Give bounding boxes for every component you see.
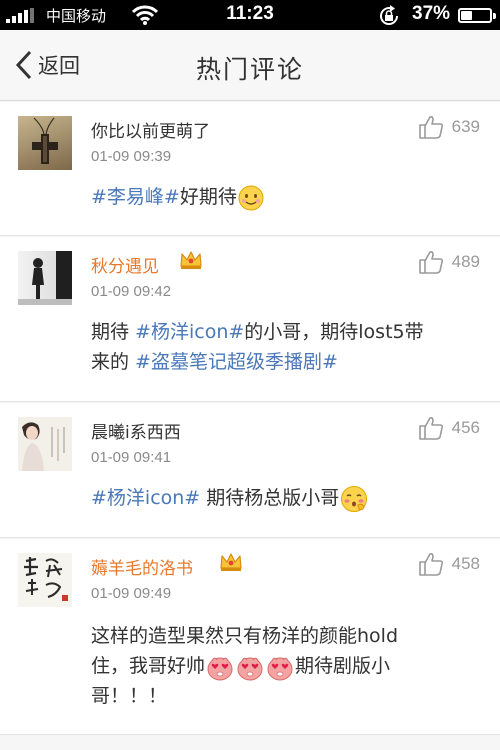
smile-emoji-icon [238, 185, 264, 210]
thumbs-up-icon [418, 553, 443, 576]
comment-text-segment: 的小哥，期待lost5带 [244, 321, 424, 343]
like-button[interactable]: 489 [418, 249, 480, 275]
avatar[interactable] [18, 251, 72, 305]
topic-link[interactable]: #杨洋icon# [91, 487, 200, 509]
like-button[interactable]: 639 [418, 114, 480, 140]
comment-time: 01-09 09:49 [91, 585, 172, 602]
comment-time: 01-09 09:42 [91, 283, 172, 300]
page-title: 热门评论 [195, 55, 304, 84]
rotation-lock-icon [377, 5, 401, 31]
comment-text-segment: 期待剧版小 [295, 655, 391, 677]
comment-text-segment: 住，我哥好帅 [91, 655, 206, 677]
vip-crown-icon [179, 250, 203, 274]
comment-time: 01-09 09:39 [91, 148, 172, 165]
like-count: 639 [451, 117, 480, 136]
comment-time: 01-09 09:41 [91, 449, 172, 466]
topic-link[interactable]: #盗墓笔记超级季播剧# [135, 351, 338, 373]
topic-link[interactable]: #杨洋icon# [135, 321, 244, 343]
thumbs-up-icon [418, 417, 443, 440]
username[interactable]: 薅羊毛的洛书 [91, 554, 193, 579]
like-count: 458 [451, 554, 480, 573]
heart-eyes-emoji-icon [237, 657, 263, 680]
avatar[interactable] [18, 417, 72, 471]
avatar[interactable] [18, 116, 72, 170]
thumbs-up-icon [418, 251, 443, 274]
status-bar: 中国移动 11:23 37% [0, 0, 500, 30]
username[interactable]: 晨曦i系西西 [91, 418, 181, 443]
comment-text-segment: 来的 [91, 351, 136, 373]
like-button[interactable]: 456 [418, 415, 480, 441]
thumbs-up-icon [418, 116, 443, 139]
like-button[interactable]: 458 [418, 551, 480, 577]
comment-text: #杨洋icon# 期待杨总版小哥 [91, 483, 476, 513]
heart-eyes-emoji-icon [267, 657, 293, 680]
topic-link[interactable]: #李易峰# [91, 186, 180, 208]
avatar[interactable] [18, 553, 72, 607]
comment-item[interactable]: 你比以前更萌了 01-09 09:39 639 #李易峰#好期待 [0, 102, 500, 236]
vip-crown-icon [219, 552, 243, 576]
battery-icon [458, 8, 496, 23]
comment-text: 期待 #杨洋icon#的小哥，期待lost5带来的 #盗墓笔记超级季播剧# [91, 317, 476, 377]
comment-text-segment: 哥！！！ [91, 685, 168, 707]
username[interactable]: 秋分遇见 [91, 252, 159, 277]
comment-text-segment: 期待杨总版小哥 [200, 487, 340, 509]
nav-bar: 返回 热门评论 [0, 30, 500, 101]
shy-emoji-icon [341, 485, 368, 512]
username[interactable]: 你比以前更萌了 [91, 117, 210, 142]
battery-percent: 37% [412, 3, 451, 24]
comment-item[interactable]: 晨曦i系西西 01-09 09:41 456 #杨洋icon# 期待杨总版小哥 [0, 403, 500, 538]
comment-item[interactable]: 薅羊毛的洛书 01-09 09:49 458 这样的造型果然只有杨洋的颜能hol… [0, 539, 500, 735]
comment-text-segment: 好期待 [179, 186, 237, 208]
comment-text: #李易峰#好期待 [91, 182, 476, 212]
comment-item[interactable]: 秋分遇见 01-09 09:42 489 期待 #杨洋icon#的小哥，期待lo… [0, 237, 500, 402]
comment-text-segment: 这样的造型果然只有杨洋的颜能hold [91, 625, 399, 647]
comment-text: 这样的造型果然只有杨洋的颜能hold 住，我哥好帅 期待剧版小哥！！！ [91, 621, 476, 711]
like-count: 456 [451, 418, 480, 437]
comment-text-segment: 期待 [91, 321, 136, 343]
like-count: 489 [451, 252, 480, 271]
heart-eyes-emoji-icon [207, 657, 233, 680]
